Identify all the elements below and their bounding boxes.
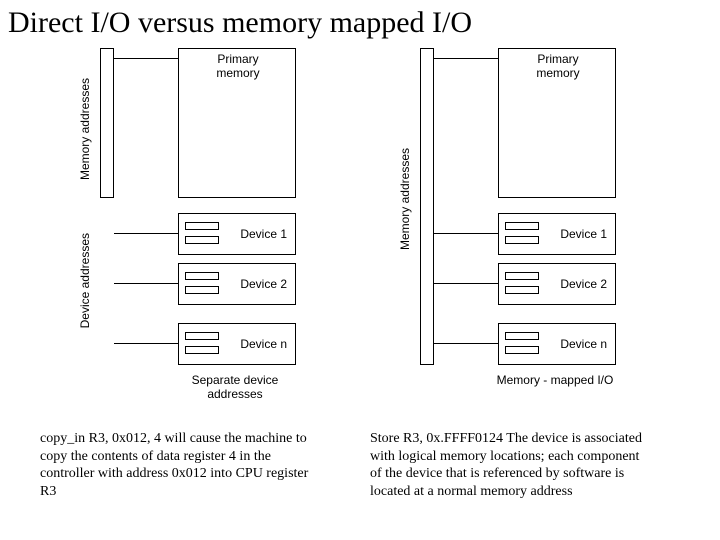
memory-address-bar-full: [420, 48, 434, 365]
device-label: Device 1: [240, 227, 287, 241]
device-label: Device 2: [560, 277, 607, 291]
footer-text-area: copy_in R3, 0x012, 4 will cause the mach…: [0, 410, 720, 500]
device-label: Device 2: [240, 277, 287, 291]
register-box: [185, 286, 219, 294]
register-box: [185, 346, 219, 354]
memory-addresses-label: Memory addresses: [398, 148, 412, 250]
mmio-diagram: Memory addresses Primary memory Device 1…: [380, 48, 670, 408]
memory-addresses-label: Memory addresses: [78, 78, 92, 180]
device-label: Device n: [560, 337, 607, 351]
device-2-box: Device 2: [498, 263, 616, 305]
connector-line: [434, 233, 498, 234]
connector-line: [114, 283, 178, 284]
device-1-box: Device 1: [498, 213, 616, 255]
device-n-box: Device n: [178, 323, 296, 365]
register-box: [185, 332, 219, 340]
mmio-caption: Memory - mapped I/O: [460, 373, 650, 387]
device-1-box: Device 1: [178, 213, 296, 255]
register-box: [185, 236, 219, 244]
primary-memory-label: Primary memory: [528, 52, 588, 81]
device-label: Device 1: [560, 227, 607, 241]
direct-io-caption: Separate device addresses: [150, 373, 320, 401]
connector-line: [114, 233, 178, 234]
device-address-bar: [100, 48, 114, 198]
direct-io-explanation: copy_in R3, 0x012, 4 will cause the mach…: [40, 430, 320, 500]
register-box: [505, 286, 539, 294]
connector-line: [434, 58, 498, 59]
register-box: [185, 272, 219, 280]
device-n-box: Device n: [498, 323, 616, 365]
register-box: [505, 272, 539, 280]
page-title: Direct I/O versus memory mapped I/O: [0, 0, 720, 40]
register-box: [505, 346, 539, 354]
device-2-box: Device 2: [178, 263, 296, 305]
register-box: [185, 222, 219, 230]
device-label: Device n: [240, 337, 287, 351]
mmio-explanation: Store R3, 0x.FFFF0124 The device is asso…: [370, 430, 650, 500]
connector-line: [114, 58, 178, 59]
connector-line: [114, 343, 178, 344]
connector-line: [434, 283, 498, 284]
direct-io-diagram: Memory addresses Primary memory Device a…: [60, 48, 350, 408]
register-box: [505, 236, 539, 244]
diagram-area: Memory addresses Primary memory Device a…: [0, 40, 720, 410]
register-box: [505, 332, 539, 340]
register-box: [505, 222, 539, 230]
device-addresses-label: Device addresses: [78, 233, 92, 328]
primary-memory-label: Primary memory: [208, 52, 268, 81]
connector-line: [434, 343, 498, 344]
